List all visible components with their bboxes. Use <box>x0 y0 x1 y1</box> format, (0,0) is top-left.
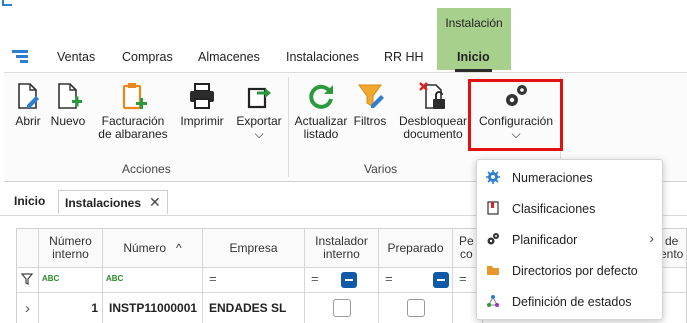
menu-item-label: Planificador <box>512 233 578 247</box>
menu-item-clasificaciones[interactable]: Clasificaciones <box>477 193 662 224</box>
row-expand-icon[interactable]: › <box>17 293 39 323</box>
equals-filter-icon[interactable]: = <box>311 271 319 286</box>
filter-numero[interactable]: ABC <box>103 268 203 292</box>
tab-rrhh[interactable]: RR HH <box>384 50 424 64</box>
network-icon <box>486 294 500 308</box>
facturacion-label-line2: de albaranes <box>98 127 168 141</box>
filter-funnel-cell[interactable] <box>17 268 39 292</box>
funnel-icon[interactable] <box>20 273 34 285</box>
configuracion-highlight <box>468 79 563 151</box>
tab-almacenes[interactable]: Almacenes <box>198 50 260 64</box>
group-label-varios: Varios <box>364 162 398 176</box>
sort-ascending-icon[interactable]: ^ <box>176 241 182 255</box>
menu-item-planificador[interactable]: Planificador › <box>477 224 662 255</box>
clipboard-add-icon <box>118 81 148 111</box>
imprimir-button[interactable]: Imprimir <box>178 81 226 128</box>
menu-item-label: Directorios por defecto <box>512 264 638 278</box>
text-filter-icon[interactable]: ABC <box>106 274 123 283</box>
equals-filter-icon[interactable]: = <box>459 271 467 286</box>
close-icon[interactable]: ✕ <box>149 191 161 213</box>
grid-header-expander <box>17 229 39 267</box>
facturacion-label-line1: Facturación <box>101 114 165 128</box>
abrir-button[interactable]: Abrir <box>12 81 44 128</box>
actualizar-label-line2: listado <box>303 127 339 141</box>
filter-preparado[interactable]: = <box>379 268 453 292</box>
cell-preparado[interactable] <box>379 293 453 323</box>
desbloquear-label-line2: documento <box>403 127 463 141</box>
exportar-label: Exportar <box>236 114 282 128</box>
open-document-icon <box>13 81 43 111</box>
gear-icon <box>486 170 500 184</box>
menu-item-label: Definición de estados <box>512 295 632 309</box>
filtros-button[interactable]: Filtros <box>350 81 390 128</box>
exportar-button[interactable]: Exportar ⌵ <box>234 81 284 141</box>
menu-item-label: Numeraciones <box>512 171 593 185</box>
tab-instalaciones[interactable]: Instalaciones <box>286 50 359 64</box>
instalador-checkbox[interactable] <box>332 299 351 317</box>
tab-ventas[interactable]: Ventas <box>57 50 95 64</box>
menu-bar: Ventas Compras Almacenes Instalaciones R… <box>0 44 687 72</box>
nuevo-label: Nuevo <box>50 114 86 128</box>
tab-inicio[interactable]: Inicio <box>455 50 492 72</box>
grid-header-instalador-interno[interactable]: Instalador interno <box>305 229 379 267</box>
doc-tab-inicio[interactable]: Inicio <box>8 190 51 214</box>
grid-header-numero-interno[interactable]: Número interno <box>39 229 103 267</box>
unlock-document-icon <box>418 81 448 111</box>
submenu-arrow-icon: › <box>649 230 654 246</box>
context-tab-label: Instalación <box>445 16 503 30</box>
filtros-label: Filtros <box>353 114 387 128</box>
menu-item-label: Clasificaciones <box>512 202 596 216</box>
actualizar-label-line1: Actualizar <box>294 114 348 128</box>
tab-compras[interactable]: Compras <box>122 50 173 64</box>
book-icon <box>486 201 500 215</box>
exportar-caret-icon: ⌵ <box>254 127 264 141</box>
cell-empresa: ENDADES SL <box>203 293 305 323</box>
printer-icon <box>187 81 217 111</box>
filter-empresa[interactable]: = <box>203 268 305 292</box>
grid-header-preparado[interactable]: Preparado <box>379 229 453 267</box>
cell-instalador-interno[interactable] <box>305 293 379 323</box>
grid-header-numero[interactable]: Número ^ <box>103 229 203 267</box>
text-filter-icon[interactable]: ABC <box>42 274 59 283</box>
new-document-icon <box>53 81 83 111</box>
desbloquear-documento-button[interactable]: Desbloquear documento <box>396 81 470 141</box>
gears-icon <box>486 232 500 246</box>
equals-filter-icon[interactable]: = <box>385 271 393 286</box>
facturacion-albaranes-button[interactable]: Facturación de albaranes <box>96 81 170 141</box>
imprimir-label: Imprimir <box>180 114 224 128</box>
desbloquear-label-line1: Desbloquear <box>398 114 468 128</box>
actualizar-listado-button[interactable]: Actualizar listado <box>292 81 350 141</box>
equals-filter-icon[interactable]: = <box>209 271 217 286</box>
grid-header-empresa[interactable]: Empresa <box>203 229 305 267</box>
ribbon-divider <box>288 77 289 177</box>
folder-icon <box>486 263 500 277</box>
nuevo-button[interactable]: Nuevo <box>48 81 88 128</box>
cell-numero-interno: 1 <box>39 293 103 323</box>
filter-instalador[interactable]: = <box>305 268 379 292</box>
window-top-strip <box>0 0 687 8</box>
menu-item-definicion-estados[interactable]: Definición de estados <box>477 286 662 317</box>
doc-tab-instalaciones[interactable]: Instalaciones ✕ <box>58 190 168 214</box>
preparado-checkbox[interactable] <box>406 299 425 317</box>
doc-tab-instalaciones-label: Instalaciones <box>65 196 142 210</box>
indeterminate-toggle[interactable] <box>341 272 357 288</box>
filter-numero-interno[interactable]: ABC <box>39 268 103 292</box>
configuracion-dropdown-menu: Numeraciones Clasificaciones Planificado… <box>476 159 663 320</box>
filter-icon <box>355 81 385 111</box>
refresh-icon <box>306 81 336 111</box>
indeterminate-toggle[interactable] <box>433 272 449 288</box>
app-corner-icon <box>2 0 12 6</box>
group-label-acciones: Acciones <box>122 162 171 176</box>
menu-item-numeraciones[interactable]: Numeraciones <box>477 162 662 193</box>
abrir-label: Abrir <box>15 114 41 128</box>
cell-numero: INSTP11000001 <box>103 293 203 323</box>
menu-item-directorios[interactable]: Directorios por defecto <box>477 255 662 286</box>
app-menu-icon[interactable] <box>12 50 28 64</box>
export-icon <box>244 81 274 111</box>
